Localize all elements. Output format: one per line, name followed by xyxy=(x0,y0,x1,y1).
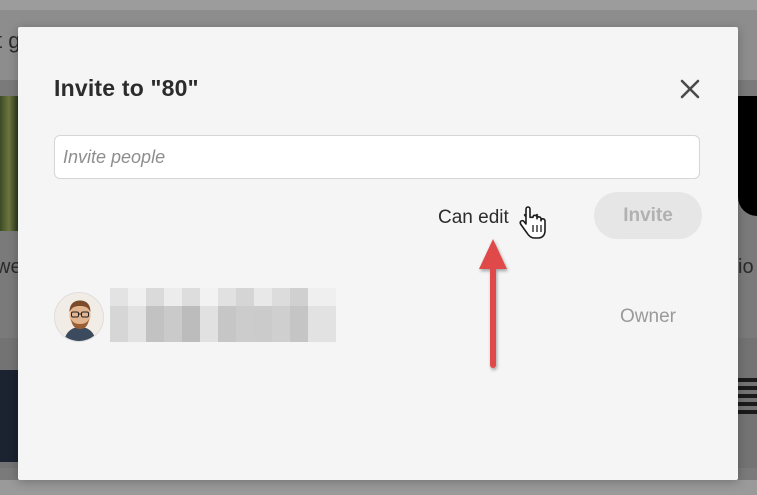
member-row: Owner xyxy=(54,288,700,346)
background-thumbnail-right xyxy=(738,96,757,216)
invite-dialog: Invite to "80" Can edit Invite xyxy=(18,27,738,480)
permission-label: Can edit xyxy=(438,207,509,228)
background-topbar xyxy=(0,0,757,10)
background-bottom xyxy=(0,480,757,495)
close-icon[interactable] xyxy=(678,77,702,101)
invite-button[interactable]: Invite xyxy=(594,192,702,239)
background-icon-right xyxy=(738,378,757,418)
background-dark-thumbnail xyxy=(0,370,18,462)
invite-people-input[interactable] xyxy=(54,135,700,179)
dialog-title: Invite to "80" xyxy=(54,75,199,101)
member-role: Owner xyxy=(620,306,676,327)
background-text-mid-right: io xyxy=(738,256,754,278)
background-thumbnail-left xyxy=(0,96,18,231)
user-avatar xyxy=(54,292,104,342)
member-name-redacted xyxy=(110,288,336,342)
hand-pointer-icon xyxy=(519,206,546,239)
